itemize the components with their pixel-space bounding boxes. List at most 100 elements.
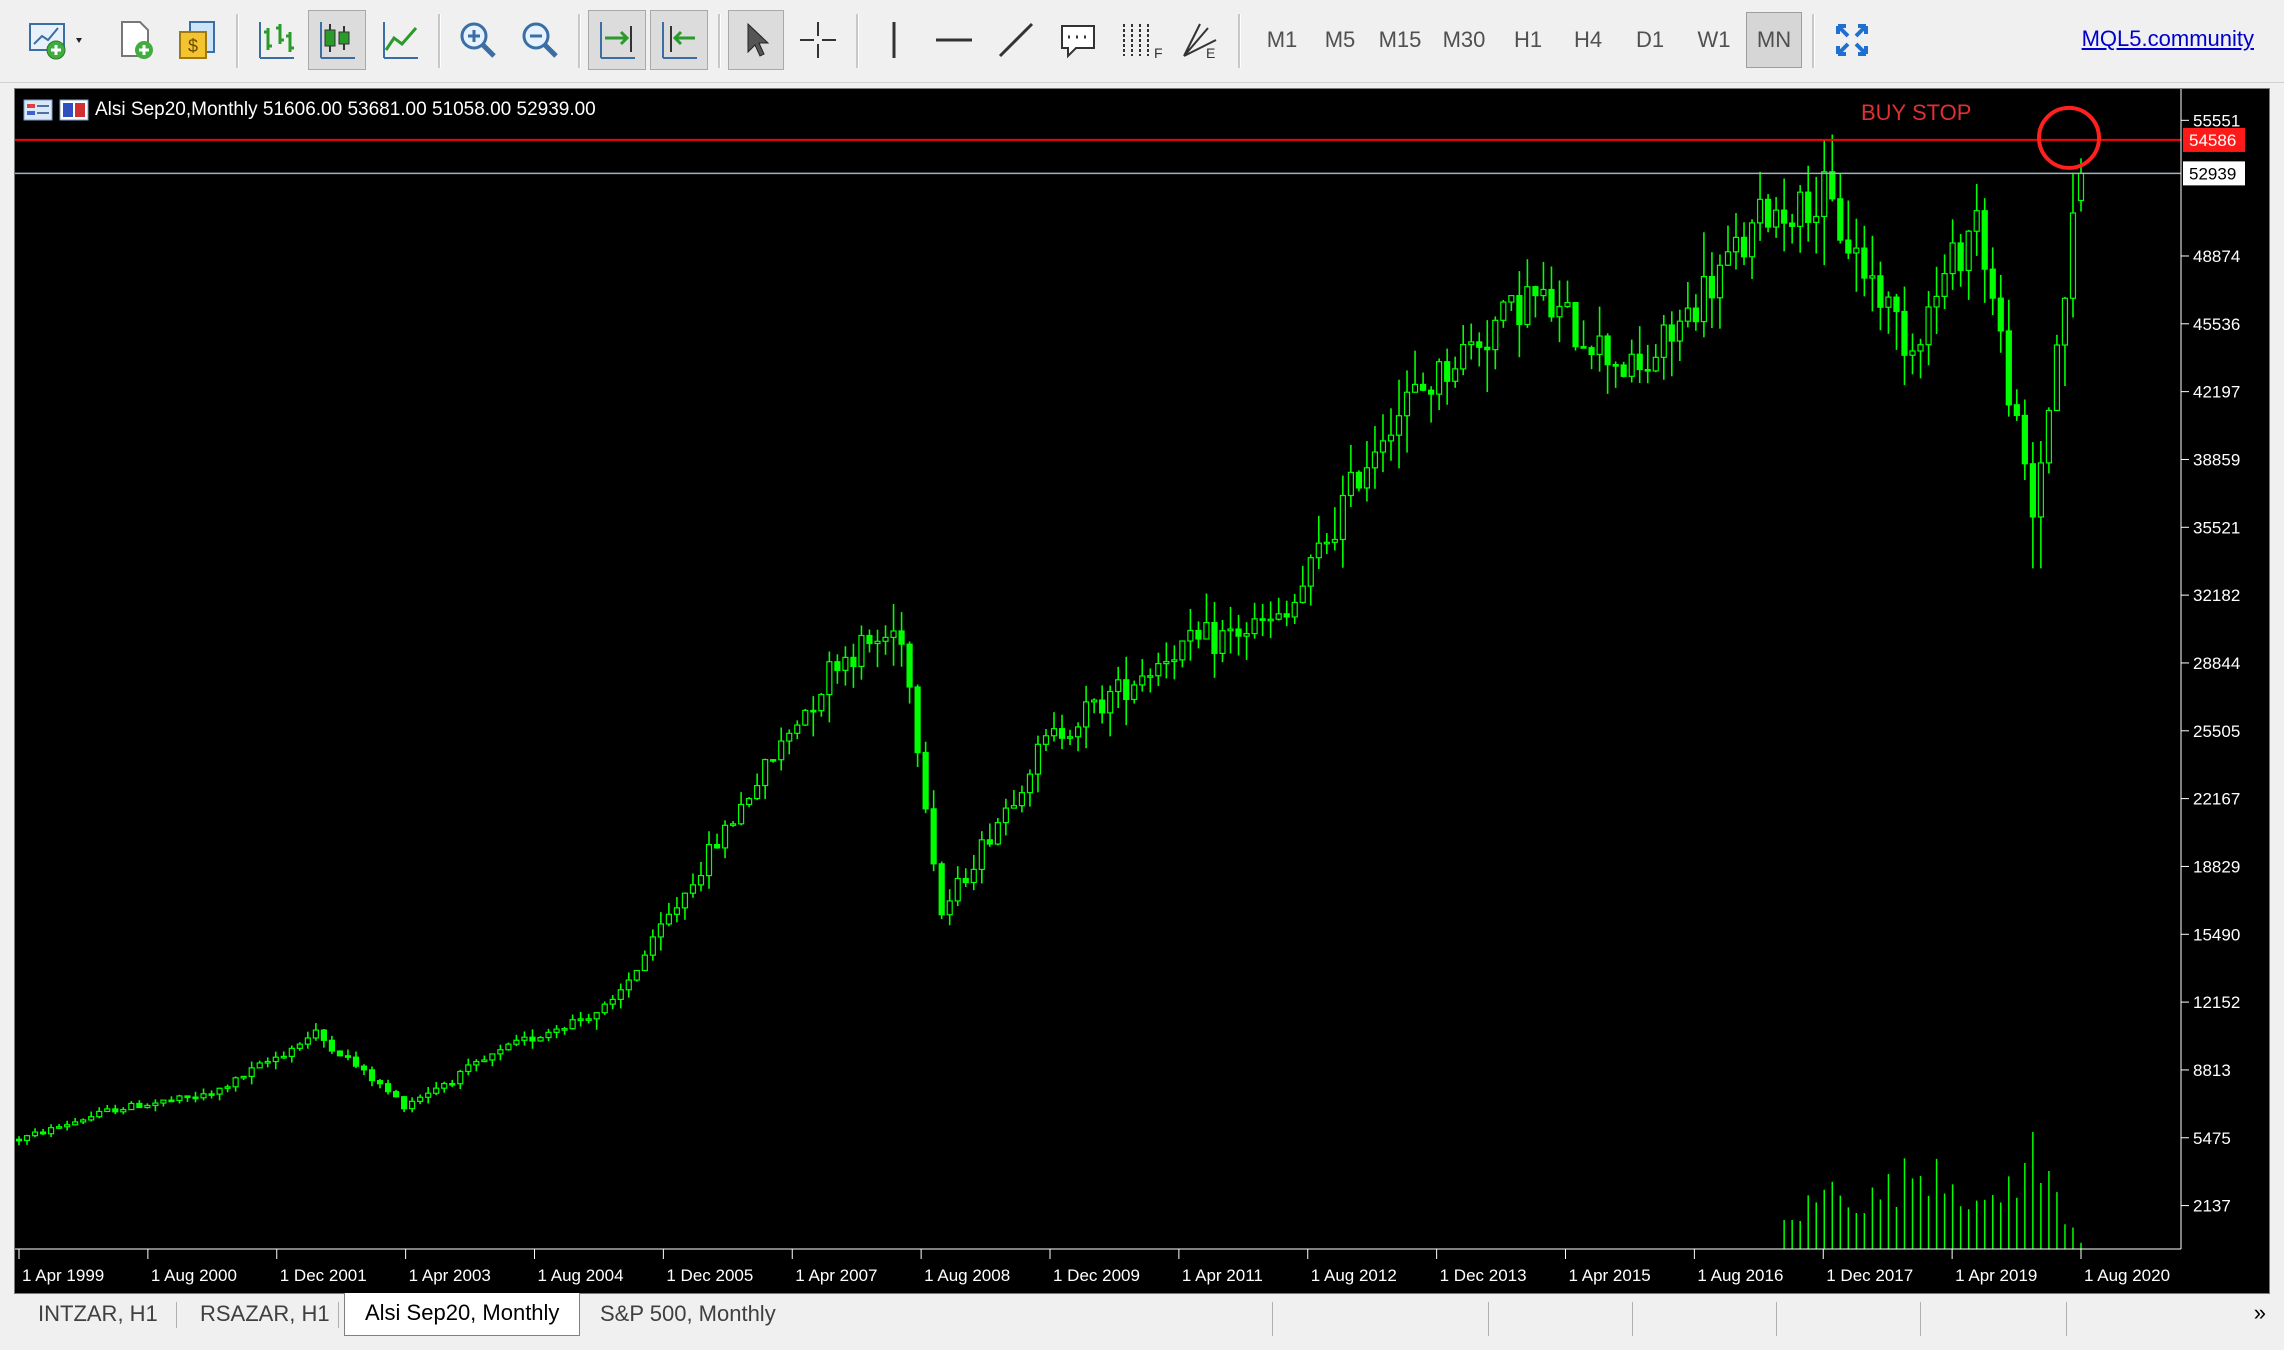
y-tick-label: 22167 xyxy=(2193,790,2240,809)
candle-body xyxy=(1187,629,1194,642)
y-tick-label: 25505 xyxy=(2193,722,2240,741)
candle-body xyxy=(802,709,809,726)
candle-body xyxy=(1821,171,1828,218)
candle-body xyxy=(1909,350,1916,356)
fullscreen-icon[interactable] xyxy=(1824,10,1880,70)
candle-body xyxy=(240,1075,247,1079)
candle-body xyxy=(417,1096,424,1102)
zoom-out-icon[interactable] xyxy=(512,10,568,70)
candle-body xyxy=(1010,805,1017,809)
candle-body xyxy=(537,1036,544,1042)
candle-body xyxy=(433,1087,440,1094)
candle-body xyxy=(1107,690,1114,714)
timeframe-mn-button[interactable]: MN xyxy=(1746,12,1802,68)
candle-body xyxy=(1893,296,1900,313)
candle-body xyxy=(1781,209,1788,224)
mql5-community-link[interactable]: MQL5.community xyxy=(2082,26,2254,52)
candle-body xyxy=(232,1077,239,1088)
candle-body xyxy=(1147,675,1154,678)
candle-body xyxy=(312,1029,319,1039)
x-tick-label: 1 Aug 2020 xyxy=(2084,1266,2170,1285)
candle-body xyxy=(256,1062,263,1069)
fibonacci-icon[interactable]: F xyxy=(1112,10,1168,70)
candle-body xyxy=(1299,585,1306,604)
chart-window[interactable]: BUY STOP 54586 52939 55551 48874 45536 42197 3… xyxy=(14,88,2270,1294)
vertical-line-icon[interactable] xyxy=(866,10,922,70)
candle-body xyxy=(1604,335,1611,366)
candle-body xyxy=(1066,736,1074,739)
candle-body xyxy=(1436,361,1443,395)
market-watch-icon[interactable]: $ xyxy=(170,10,226,70)
candle-body xyxy=(1877,275,1884,308)
candle-body xyxy=(1580,346,1587,349)
candle-body xyxy=(657,923,664,938)
chart-tab[interactable]: Alsi Sep20, Monthly xyxy=(344,1293,581,1336)
autoscroll-icon[interactable] xyxy=(588,10,646,70)
candlestick-chart-icon[interactable] xyxy=(308,10,366,70)
buy-stop-price-label: 54586 xyxy=(2189,131,2236,150)
candle-body xyxy=(1789,222,1796,227)
trendline-icon[interactable] xyxy=(988,10,1044,70)
chart-shift-icon[interactable] xyxy=(650,10,708,70)
timeframe-h1-button[interactable]: H1 xyxy=(1500,12,1556,68)
timeframe-m15-button[interactable]: M15 xyxy=(1372,12,1428,68)
cursor-icon[interactable] xyxy=(728,10,784,70)
candle-body xyxy=(1219,630,1226,654)
candle-body xyxy=(1724,251,1732,266)
candle-body xyxy=(1797,191,1804,227)
crosshair-icon[interactable] xyxy=(790,10,846,70)
timeframe-h4-button[interactable]: H4 xyxy=(1560,12,1616,68)
x-tick-label: 1 Dec 2005 xyxy=(666,1266,753,1285)
gann-icon[interactable]: E xyxy=(1172,10,1228,70)
candle-body xyxy=(850,656,857,668)
candle-body xyxy=(1965,230,1972,272)
bar-chart-icon[interactable] xyxy=(248,10,304,70)
candle-body xyxy=(978,839,985,871)
candle-body xyxy=(1989,268,1996,299)
timeframe-d1-button[interactable]: D1 xyxy=(1622,12,1678,68)
candle-body xyxy=(938,863,945,916)
candle-body xyxy=(2077,172,2085,202)
candle-body xyxy=(1403,391,1411,417)
candle-body xyxy=(689,884,697,894)
zoom-in-icon[interactable] xyxy=(450,10,506,70)
candle-body xyxy=(56,1126,63,1129)
candle-body xyxy=(1941,273,1948,297)
tab-scroll-right-button[interactable]: » xyxy=(2254,1300,2266,1326)
line-chart-icon[interactable] xyxy=(372,10,428,70)
candle-body xyxy=(521,1036,528,1041)
horizontal-line-icon[interactable] xyxy=(926,10,982,70)
chart-tab[interactable]: S&P 500, Monthly xyxy=(580,1294,796,1334)
chart-tab[interactable]: INTZAR, H1 xyxy=(18,1294,178,1334)
candle-body xyxy=(1203,621,1210,640)
timeframe-w1-button[interactable]: W1 xyxy=(1686,12,1742,68)
candle-body xyxy=(794,724,801,734)
candle-body xyxy=(1468,341,1475,346)
timeframe-m5-button[interactable]: M5 xyxy=(1312,12,1368,68)
candle-body xyxy=(1363,467,1371,489)
timeframe-m30-button[interactable]: M30 xyxy=(1436,12,1492,68)
chart-canvas[interactable]: BUY STOP 54586 52939 55551 48874 45536 42197 3… xyxy=(15,89,2269,1293)
new-chart-icon[interactable] xyxy=(22,10,94,70)
candle-body xyxy=(368,1069,376,1082)
candle-body xyxy=(80,1119,87,1123)
candle-body xyxy=(906,643,913,688)
new-order-icon[interactable] xyxy=(108,10,164,70)
tab-bar-divider xyxy=(1488,1302,1489,1336)
candle-body xyxy=(1853,247,1860,254)
candle-body xyxy=(1869,275,1876,279)
toolbar-separator xyxy=(578,14,581,68)
candle-body xyxy=(2021,414,2028,465)
candle-body xyxy=(168,1099,175,1103)
candle-body xyxy=(946,900,953,916)
chart-tab[interactable]: RSAZAR, H1 xyxy=(180,1294,350,1334)
x-tick-label: 1 Dec 2013 xyxy=(1440,1266,1527,1285)
candle-body xyxy=(1050,728,1058,737)
timeframe-m1-button[interactable]: M1 xyxy=(1254,12,1310,68)
candle-body xyxy=(746,797,753,806)
text-icon[interactable] xyxy=(1050,10,1106,70)
y-tick-label: 35521 xyxy=(2193,518,2240,537)
candle-body xyxy=(930,808,937,865)
candle-body xyxy=(1885,296,1892,308)
candle-body xyxy=(39,1131,47,1135)
